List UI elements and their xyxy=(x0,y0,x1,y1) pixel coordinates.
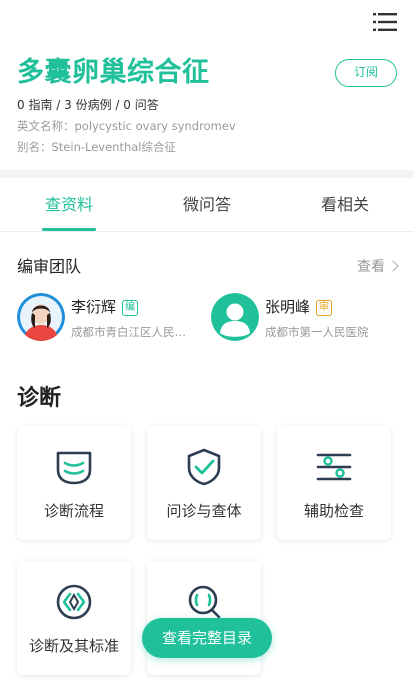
standard-icon xyxy=(56,584,92,620)
card-inquiry-exam[interactable]: 问诊与查体 xyxy=(147,426,261,540)
view-full-contents-button[interactable]: 查看完整目录 xyxy=(142,618,272,658)
menu-icon[interactable] xyxy=(373,12,397,32)
tab-bar: 查资料 微问答 看相关 xyxy=(0,178,414,232)
editor-badge: 编 xyxy=(122,300,139,316)
card-label: 诊断流程 xyxy=(43,502,104,520)
top-bar xyxy=(0,0,414,44)
sliders-icon xyxy=(316,453,352,481)
team-member[interactable]: 张明峰审 成都市第一人民医院 xyxy=(211,293,396,343)
team-member[interactable]: 李衍辉编 成都市青白江区人民医院 xyxy=(17,293,202,343)
avatar xyxy=(211,293,259,341)
team-view-link[interactable]: 查看 xyxy=(357,253,399,281)
member-name-text: 张明峰 xyxy=(265,298,311,316)
active-tab-indicator xyxy=(42,228,96,231)
tab-materials[interactable]: 查资料 xyxy=(9,178,129,232)
magnifier-icon xyxy=(188,585,221,619)
avatar-photo-icon xyxy=(17,293,65,341)
alias-name: 别名：Stein-Leventhal综合征 xyxy=(17,140,177,154)
team-title: 编审团队 xyxy=(17,257,82,276)
tab-related[interactable]: 看相关 xyxy=(285,178,405,232)
card-label: 问诊与查体 xyxy=(166,502,242,520)
default-avatar-icon xyxy=(211,293,259,341)
card-diagnostic-criteria[interactable]: 诊断及其标准 xyxy=(17,561,131,675)
card-auxiliary-tests[interactable]: 辅助检查 xyxy=(277,426,391,540)
card-label: 辅助检查 xyxy=(303,502,364,520)
page-title: 多囊卵巢综合征 xyxy=(17,57,210,88)
member-hospital: 成都市第一人民医院 xyxy=(265,325,369,339)
subscribe-button[interactable]: 订阅 xyxy=(335,59,397,87)
chevron-right-icon xyxy=(387,260,399,272)
topic-header: 多囊卵巢综合征 订阅 xyxy=(17,55,397,91)
reviewer-badge: 审 xyxy=(316,300,333,316)
section-divider xyxy=(0,170,414,178)
diagnosis-title: 诊断 xyxy=(17,386,62,411)
topic-stats: 0 指南 / 3 份病例 / 0 问答 xyxy=(17,98,159,112)
english-name: 英文名称：polycystic ovary syndromev xyxy=(17,119,236,133)
member-hospital: 成都市青白江区人民医院 xyxy=(71,325,196,339)
team-view-label: 查看 xyxy=(357,259,385,275)
shield-check-icon xyxy=(187,448,221,486)
card-label: 诊断及其标准 xyxy=(28,637,119,655)
team-header: 编审团队 查看 xyxy=(17,253,399,281)
member-name-text: 李衍辉 xyxy=(71,298,117,316)
member-name: 张明峰审 xyxy=(265,296,333,317)
flow-icon xyxy=(56,451,92,485)
member-name: 李衍辉编 xyxy=(71,296,139,317)
tab-qa[interactable]: 微问答 xyxy=(147,178,267,232)
avatar xyxy=(17,293,65,341)
card-diagnosis-flow[interactable]: 诊断流程 xyxy=(17,426,131,540)
